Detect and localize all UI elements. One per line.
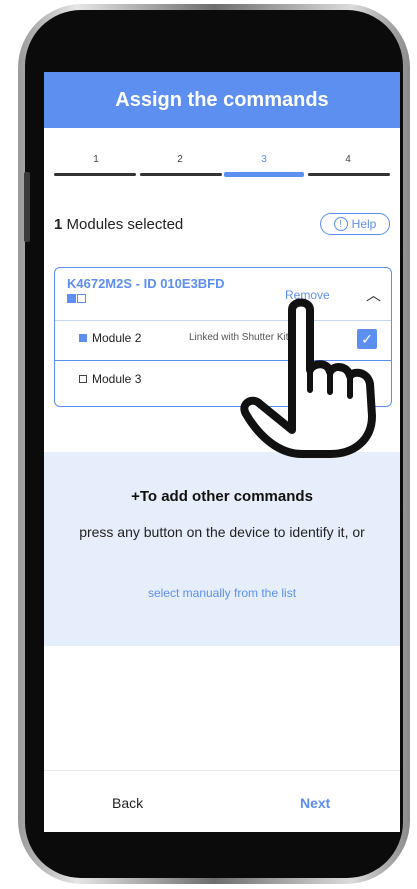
help-button[interactable]: ! Help [320, 213, 390, 235]
selected-label: Modules selected [66, 216, 184, 233]
phone-side-button [24, 172, 30, 242]
step-3[interactable]: 3 [222, 154, 306, 165]
select-manually-link[interactable]: select manually from the list [44, 586, 400, 600]
selected-count: 1 [54, 216, 63, 233]
modules-selected-row: 1 Modules selected ! Help [54, 213, 390, 238]
footer-bar: Back Next [44, 770, 400, 832]
back-button[interactable]: Back [112, 795, 143, 811]
next-button[interactable]: Next [300, 795, 330, 811]
add-commands-title: +To add other commands [131, 488, 313, 505]
device-title: K4672M2S - ID 010E3BFD [67, 276, 225, 291]
step-2-bar [140, 173, 222, 176]
module-filled-square-icon [67, 294, 76, 303]
step-4[interactable]: 4 [306, 154, 390, 165]
step-1-bar [54, 173, 136, 176]
help-label: Help [351, 217, 377, 231]
stepper: 1 2 3 4 [54, 154, 390, 177]
module-name: Module 3 [92, 372, 142, 386]
step-1[interactable]: 1 [54, 154, 138, 165]
page-header: Assign the commands [44, 72, 400, 128]
module-indicator-icon [67, 294, 86, 303]
module-name: Module 2 [92, 331, 142, 345]
step-2[interactable]: 2 [138, 154, 222, 165]
step-4-bar [308, 173, 390, 176]
module-square-icon [79, 334, 87, 342]
pointing-hand-icon [240, 298, 376, 458]
module-square-icon [79, 375, 87, 383]
step-3-bar [224, 172, 304, 177]
add-commands-panel: +To add other commands press any button … [44, 452, 400, 646]
module-empty-square-icon [77, 294, 86, 303]
info-circle-icon: ! [333, 217, 348, 231]
add-commands-description: press any button on the device to identi… [79, 524, 365, 540]
page-title: Assign the commands [115, 88, 329, 111]
